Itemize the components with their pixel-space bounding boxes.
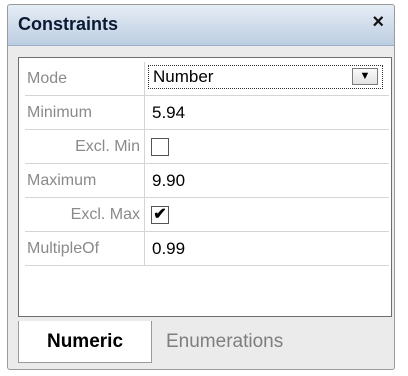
tab-bar: Numeric Enumerations bbox=[18, 321, 392, 365]
checkmark-icon: ✔ bbox=[153, 206, 167, 223]
minimum-value[interactable]: 5.94 bbox=[146, 103, 185, 122]
mode-select[interactable]: Number ▼ bbox=[148, 65, 383, 89]
mode-selected-value: Number bbox=[153, 67, 214, 86]
empty-grid-area bbox=[25, 276, 389, 314]
mode-label: Mode bbox=[25, 62, 145, 95]
excl-max-checkbox[interactable]: ✔ bbox=[151, 206, 169, 224]
excl-max-label: Excl. Max bbox=[25, 198, 145, 231]
excl-min-label: Excl. Min bbox=[25, 130, 145, 163]
property-row-minimum: Minimum 5.94 bbox=[25, 96, 389, 130]
close-icon[interactable]: × bbox=[372, 11, 384, 34]
multiple-of-label: MultipleOf bbox=[25, 232, 145, 265]
excl-max-value-cell: ✔ bbox=[146, 198, 389, 231]
constraints-panel: Constraints × Mode Number ▼ Minimum 5.94… bbox=[7, 4, 395, 370]
excl-min-value-cell bbox=[146, 130, 389, 163]
property-row-mode: Mode Number ▼ bbox=[25, 62, 389, 96]
maximum-label: Maximum bbox=[25, 164, 145, 197]
tab-enumerations[interactable]: Enumerations bbox=[160, 321, 330, 363]
panel-titlebar: Constraints × bbox=[8, 5, 394, 46]
property-row-multiple-of: MultipleOf 0.99 bbox=[25, 232, 389, 266]
dropdown-arrow-icon[interactable]: ▼ bbox=[352, 68, 378, 85]
property-row-excl-max: Excl. Max ✔ bbox=[25, 198, 389, 232]
property-grid: Mode Number ▼ Minimum 5.94 Excl. Min Max… bbox=[18, 57, 392, 317]
property-row-excl-min: Excl. Min bbox=[25, 130, 389, 164]
multiple-of-value-cell[interactable]: 0.99 bbox=[146, 232, 389, 265]
panel-title: Constraints bbox=[18, 14, 119, 34]
excl-min-checkbox[interactable] bbox=[151, 138, 169, 156]
minimum-label: Minimum bbox=[25, 96, 145, 129]
tab-numeric[interactable]: Numeric bbox=[18, 321, 152, 363]
multiple-of-value[interactable]: 0.99 bbox=[146, 239, 185, 258]
mode-value-cell: Number ▼ bbox=[146, 62, 389, 95]
property-row-maximum: Maximum 9.90 bbox=[25, 164, 389, 198]
maximum-value[interactable]: 9.90 bbox=[146, 171, 185, 190]
minimum-value-cell[interactable]: 5.94 bbox=[146, 96, 389, 129]
maximum-value-cell[interactable]: 9.90 bbox=[146, 164, 389, 197]
